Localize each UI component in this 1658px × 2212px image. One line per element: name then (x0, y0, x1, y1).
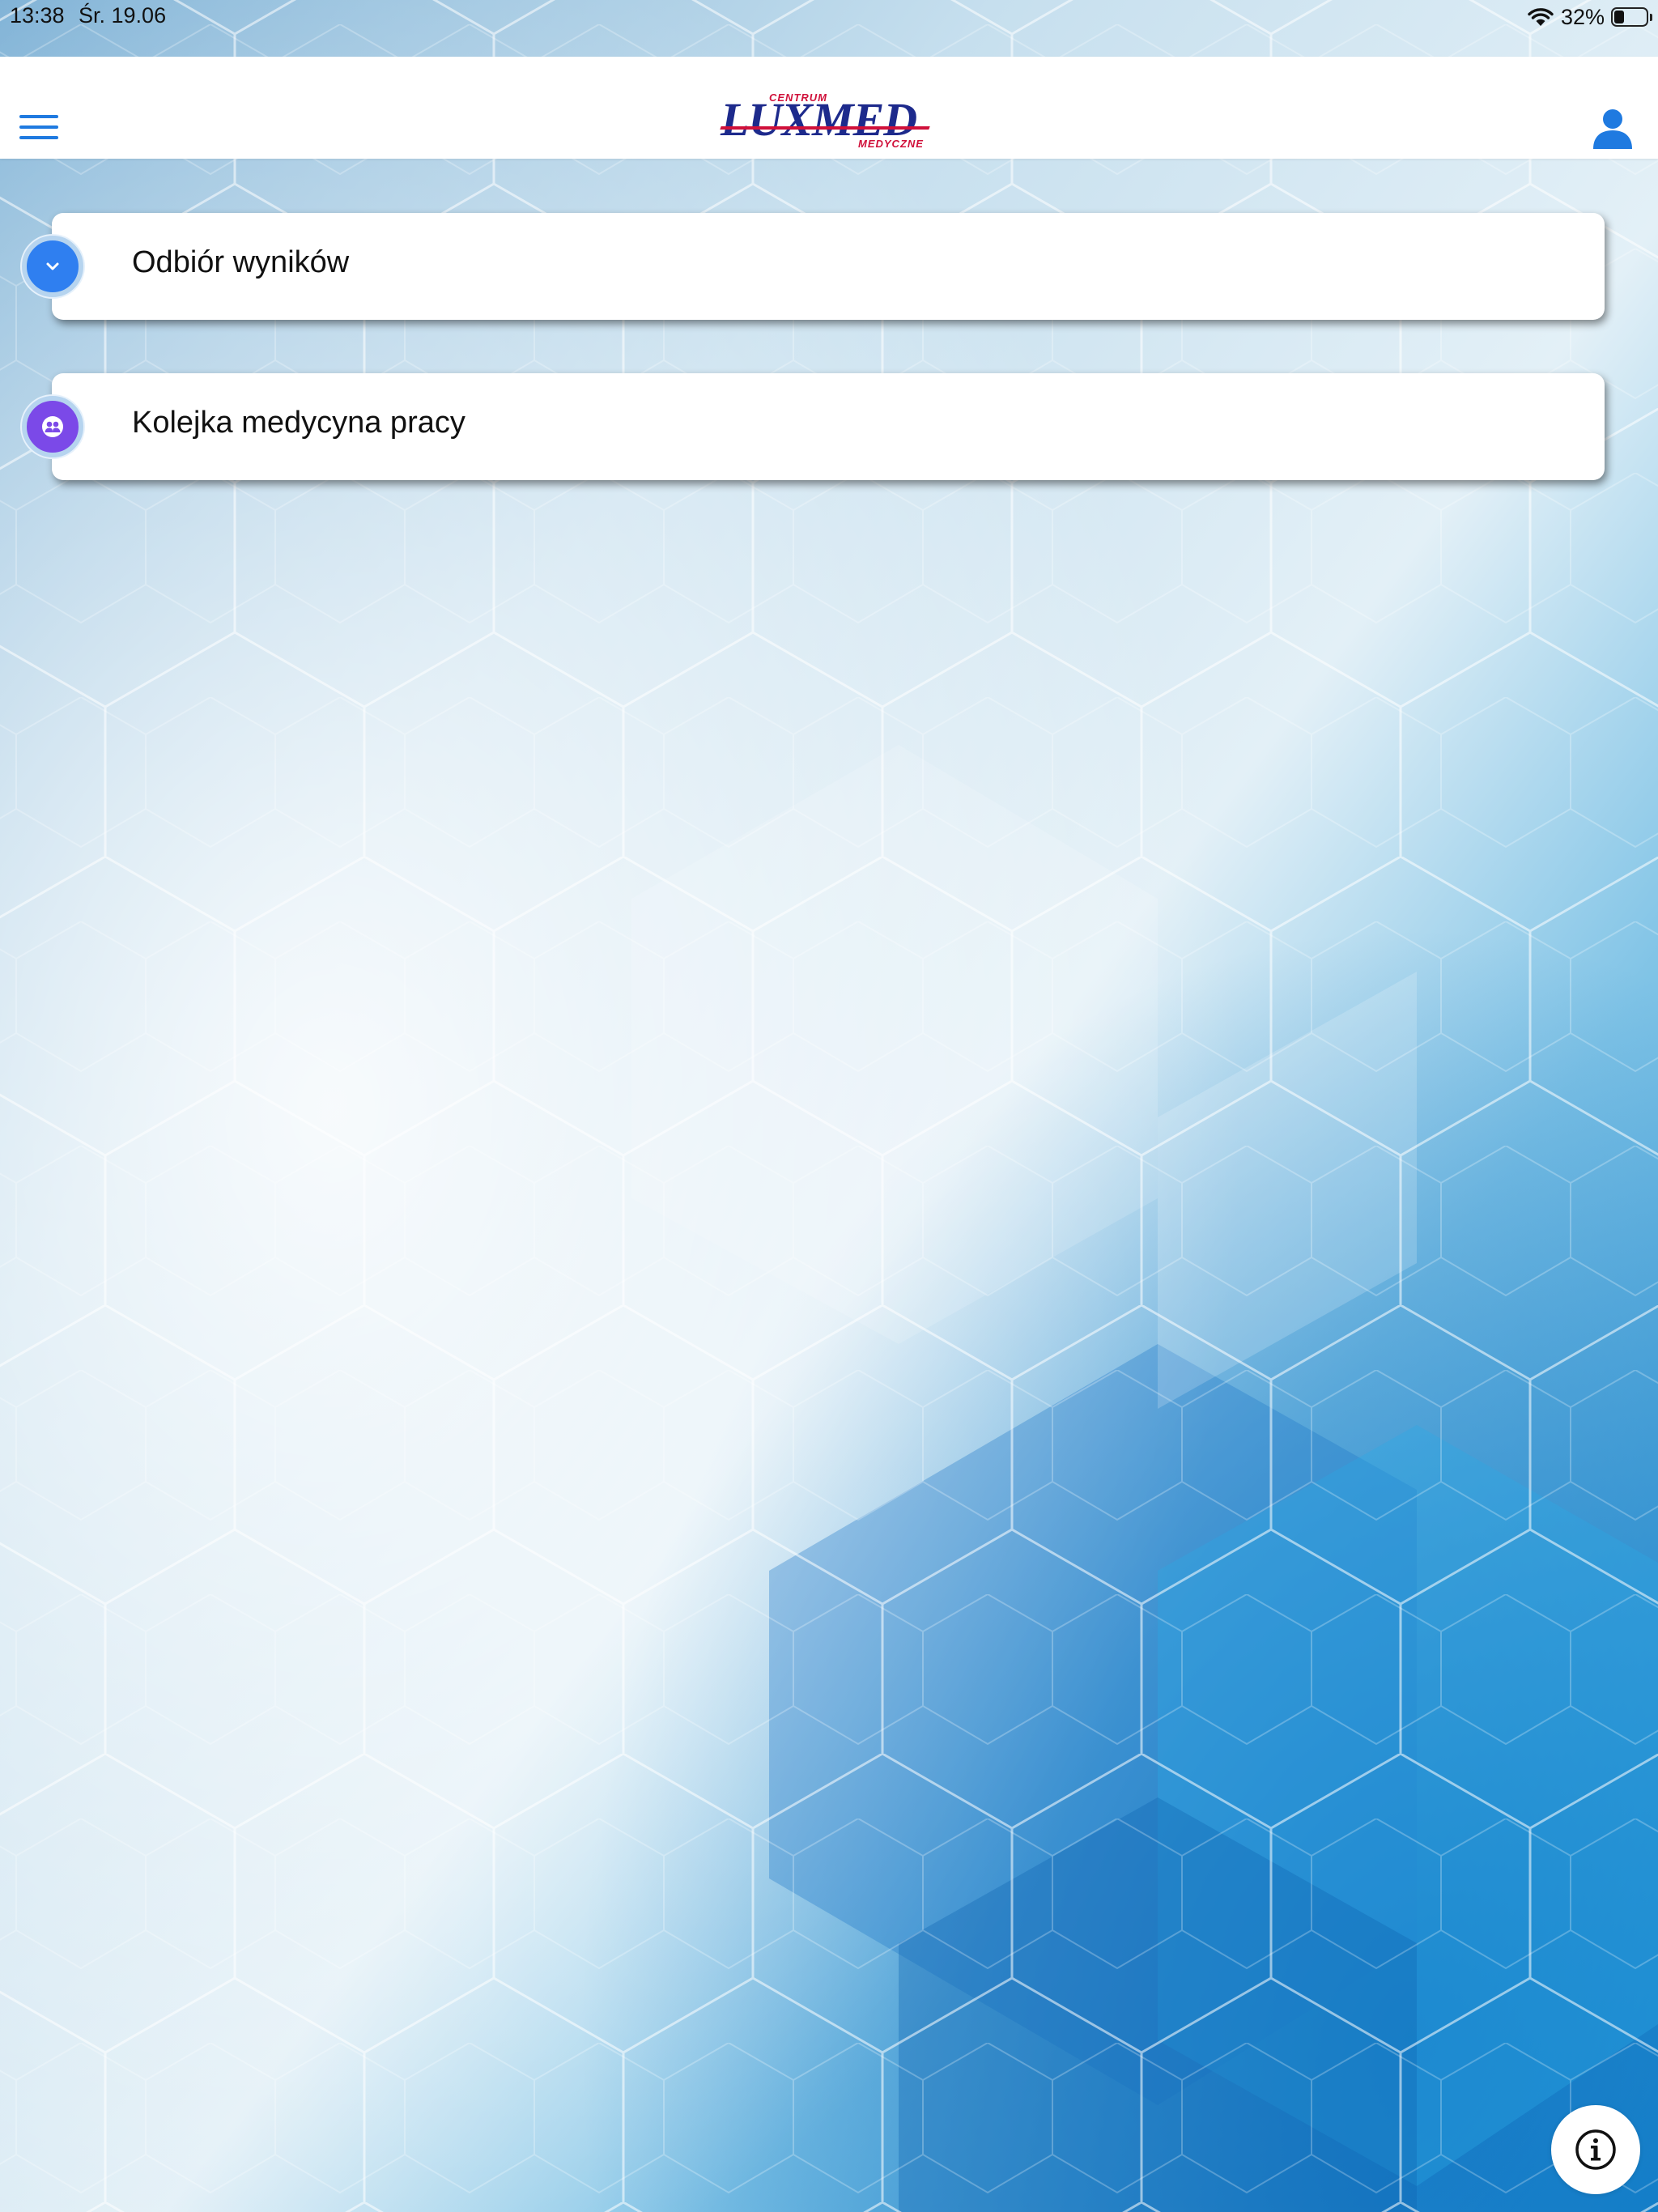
logo-stripe (720, 126, 930, 130)
menu-item-label: Odbiór wyników (132, 245, 350, 279)
luxmed-logo: CENTRUM LUXMED MEDYCZNE (720, 91, 935, 155)
app-header: CENTRUM LUXMED MEDYCZNE (0, 57, 1658, 159)
logo-bottom-text: MEDYCZNE (858, 138, 924, 150)
menu-item-label: Kolejka medycyna pracy (132, 406, 466, 440)
logo-main-text: LUXMED (721, 93, 917, 146)
status-bar: 13:38 Śr. 19.06 32% (0, 0, 1658, 57)
battery-icon (1611, 7, 1652, 27)
hamburger-menu-icon[interactable] (19, 115, 60, 143)
status-indicators: 32% (1527, 2, 1652, 32)
people-icon[interactable] (22, 396, 83, 457)
status-time: 13:38 (10, 3, 65, 28)
battery-level (1614, 11, 1624, 23)
status-date: Śr. 19.06 (79, 3, 167, 28)
wifi-icon (1527, 6, 1554, 28)
chevron-down-icon[interactable] (22, 236, 83, 297)
battery-percent: 32% (1560, 4, 1605, 29)
menu-item-odbior-wynikow[interactable]: Odbiór wyników (52, 213, 1605, 320)
menu-item-kolejka-medycyna-pracy[interactable]: Kolejka medycyna pracy (52, 373, 1605, 480)
info-icon[interactable] (1551, 2105, 1640, 2194)
hexagon-background (0, 0, 1658, 2212)
user-profile-icon[interactable] (1590, 105, 1635, 151)
